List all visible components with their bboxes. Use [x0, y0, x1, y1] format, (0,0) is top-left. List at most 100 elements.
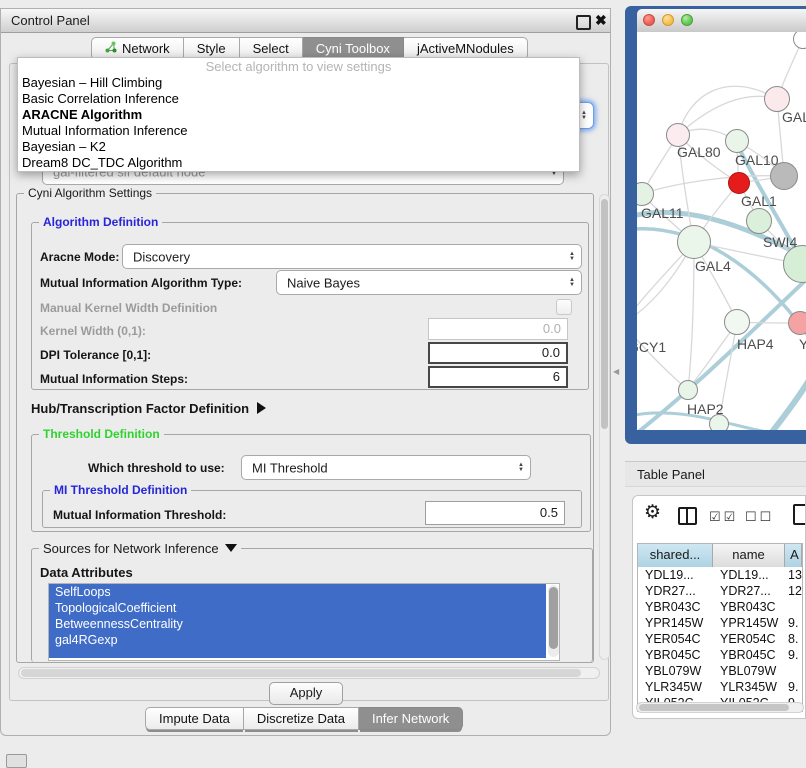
- cyni-algorithm-settings-title: Cyni Algorithm Settings: [24, 186, 156, 200]
- column-header-shared[interactable]: shared...: [638, 544, 713, 567]
- which-threshold-combobox[interactable]: MI Threshold ▲▼: [241, 455, 531, 480]
- mac-zoom-icon[interactable]: [681, 14, 693, 26]
- expand-right-icon[interactable]: [257, 402, 266, 414]
- attribute-item-selfloops[interactable]: SelfLoops: [49, 584, 546, 600]
- data-attributes-label: Data Attributes: [40, 565, 133, 580]
- settings-hscrollbar-thumb[interactable]: [21, 669, 581, 677]
- kernel-width-value: 0.0: [429, 319, 561, 339]
- network-node-hap2[interactable]: [678, 380, 698, 400]
- table-row[interactable]: YBL079WYBL079W: [638, 663, 802, 679]
- mac-close-icon[interactable]: [643, 14, 655, 26]
- table-row[interactable]: YDL19...YDL19...13: [638, 567, 802, 583]
- table-row[interactable]: YBR043CYBR043C: [638, 599, 802, 615]
- table-panel-titlebar: Table Panel: [625, 461, 806, 487]
- algorithm-option-mutual-information-inference[interactable]: Mutual Information Inference: [18, 123, 579, 139]
- corner-button[interactable]: [6, 754, 27, 768]
- settings-vscrollbar[interactable]: [599, 194, 610, 660]
- table-cell: YBR045C: [638, 647, 713, 663]
- table-row[interactable]: YER054CYER054C8.: [638, 631, 802, 647]
- table-hscrollbar[interactable]: [636, 702, 804, 713]
- mi-threshold-input[interactable]: 0.5: [425, 501, 565, 525]
- tab-discretize-data[interactable]: Discretize Data: [244, 707, 359, 730]
- table-cell: YDL19...: [713, 567, 785, 583]
- table-cell: YLR345W: [713, 679, 785, 695]
- table-cell: YBR043C: [713, 599, 785, 615]
- algorithm-option-bayesian-k2[interactable]: Bayesian – K2: [18, 139, 579, 155]
- table-cell: YDR27...: [638, 583, 713, 599]
- mi-threshold-title: MI Threshold Definition: [50, 483, 191, 497]
- network-node-gal10[interactable]: [725, 129, 749, 153]
- close-icon[interactable]: ✖: [595, 12, 607, 29]
- table-hscrollbar-thumb[interactable]: [639, 704, 789, 711]
- column-header-a[interactable]: A: [785, 544, 802, 567]
- network-node-hap4[interactable]: [724, 309, 750, 335]
- mac-minimize-icon[interactable]: [662, 14, 674, 26]
- panel-divider-collapse-icon[interactable]: ◀: [613, 367, 619, 376]
- node-label: GAL1: [741, 193, 777, 209]
- attribute-item-gal4rgexp[interactable]: gal4RGexp: [49, 632, 546, 648]
- network-node-gal4[interactable]: [677, 225, 711, 259]
- node-label: GAL10: [735, 152, 779, 168]
- algorithm-dropdown-list: Bayesian – Hill ClimbingBasic Correlatio…: [18, 75, 579, 171]
- tab-impute-data[interactable]: Impute Data: [145, 707, 244, 730]
- hub-factor-section[interactable]: Hub/Transcription Factor Definition: [31, 400, 266, 418]
- manual-kernel-width-checkbox[interactable]: [556, 299, 572, 315]
- gear-icon[interactable]: ⚙: [644, 501, 661, 524]
- threshold-definition-group: Threshold Definition Which threshold to …: [31, 434, 591, 532]
- apply-button[interactable]: Apply: [269, 682, 343, 705]
- dpi-tolerance-input[interactable]: 0.0: [428, 342, 568, 364]
- network-node[interactable]: [709, 414, 729, 430]
- network-canvas[interactable]: GALGAL80GAL10GAL11GAL1GAL4SWI4HAP4YGCY1H…: [637, 32, 806, 430]
- mi-algorithm-type-combobox[interactable]: Naive Bayes ▲▼: [276, 270, 582, 295]
- kernel-width-label: Kernel Width (0,1):: [40, 324, 146, 338]
- network-window-titlebar[interactable]: [637, 9, 806, 33]
- network-node[interactable]: [770, 162, 798, 190]
- attribute-item-betweennesscentrality[interactable]: BetweennessCentrality: [49, 616, 546, 632]
- tab-infer-network[interactable]: Infer Network: [359, 707, 463, 730]
- hub-factor-label: Hub/Transcription Factor Definition: [31, 401, 249, 416]
- threshold-definition-title: Threshold Definition: [39, 427, 164, 441]
- settings-hscrollbar[interactable]: [18, 667, 600, 679]
- table-cell: YPR145W: [638, 615, 713, 631]
- data-attributes-list[interactable]: SelfLoopsTopologicalCoefficientBetweenne…: [48, 583, 560, 661]
- network-node-gal1[interactable]: [746, 208, 772, 234]
- table-cell: [785, 599, 802, 615]
- tab-label: Cyni Toolbox: [316, 41, 390, 56]
- document-icon[interactable]: [793, 504, 806, 525]
- algorithm-definition-title: Algorithm Definition: [39, 215, 162, 229]
- node-table: shared...nameA YDL19...YDL19...13YDR27..…: [637, 543, 803, 712]
- table-row[interactable]: YLR345WYLR345W9.: [638, 679, 802, 695]
- network-node[interactable]: [728, 172, 750, 194]
- algorithm-option-basic-correlation-inference[interactable]: Basic Correlation Inference: [18, 91, 579, 107]
- check-all-icon[interactable]: ☑☑: [709, 509, 738, 525]
- attribute-item-partial[interactable]: [49, 648, 546, 658]
- dpi-tolerance-value: 0.0: [430, 344, 560, 362]
- settings-vscrollbar-thumb[interactable]: [601, 199, 608, 429]
- algorithm-option-aracne-algorithm[interactable]: ARACNE Algorithm: [18, 107, 579, 123]
- table-row[interactable]: YPR145WYPR145W9.: [638, 615, 802, 631]
- list-scrollbar[interactable]: [548, 585, 559, 657]
- aracne-mode-combobox[interactable]: Discovery ▲▼: [122, 244, 582, 269]
- mi-steps-label: Mutual Information Steps:: [40, 372, 188, 386]
- table-row[interactable]: YBR045CYBR045C9.: [638, 647, 802, 663]
- algorithm-option-bayesian-hill-climbing[interactable]: Bayesian – Hill Climbing: [18, 75, 579, 91]
- sources-group: Sources for Network Inference Data Attri…: [31, 548, 593, 662]
- float-window-icon[interactable]: [576, 15, 591, 30]
- table-cell: YBL079W: [713, 663, 785, 679]
- table-cell: YBR043C: [638, 599, 713, 615]
- column-header-name[interactable]: name: [713, 544, 785, 567]
- algorithm-option-dream8-dc-tdc-algorithm[interactable]: Dream8 DC_TDC Algorithm: [18, 155, 579, 171]
- mi-threshold-group: MI Threshold Definition Mutual Informati…: [42, 490, 582, 528]
- attribute-item-topologicalcoefficient[interactable]: TopologicalCoefficient: [49, 600, 546, 616]
- kernel-width-input[interactable]: 0.0: [428, 318, 568, 340]
- list-scrollbar-thumb[interactable]: [549, 587, 558, 649]
- uncheck-all-icon[interactable]: ☐☐: [745, 509, 774, 525]
- table-cell: YPR145W: [713, 615, 785, 631]
- sources-title[interactable]: Sources for Network Inference: [39, 541, 241, 556]
- mi-steps-input[interactable]: 6: [428, 366, 568, 388]
- algorithm-dropdown-placeholder: Select algorithm to view settings: [18, 58, 579, 75]
- table-row[interactable]: YDR27...YDR27...12: [638, 583, 802, 599]
- collapse-down-icon[interactable]: [225, 544, 237, 552]
- split-columns-icon[interactable]: [678, 507, 697, 525]
- network-node-y[interactable]: [788, 311, 806, 335]
